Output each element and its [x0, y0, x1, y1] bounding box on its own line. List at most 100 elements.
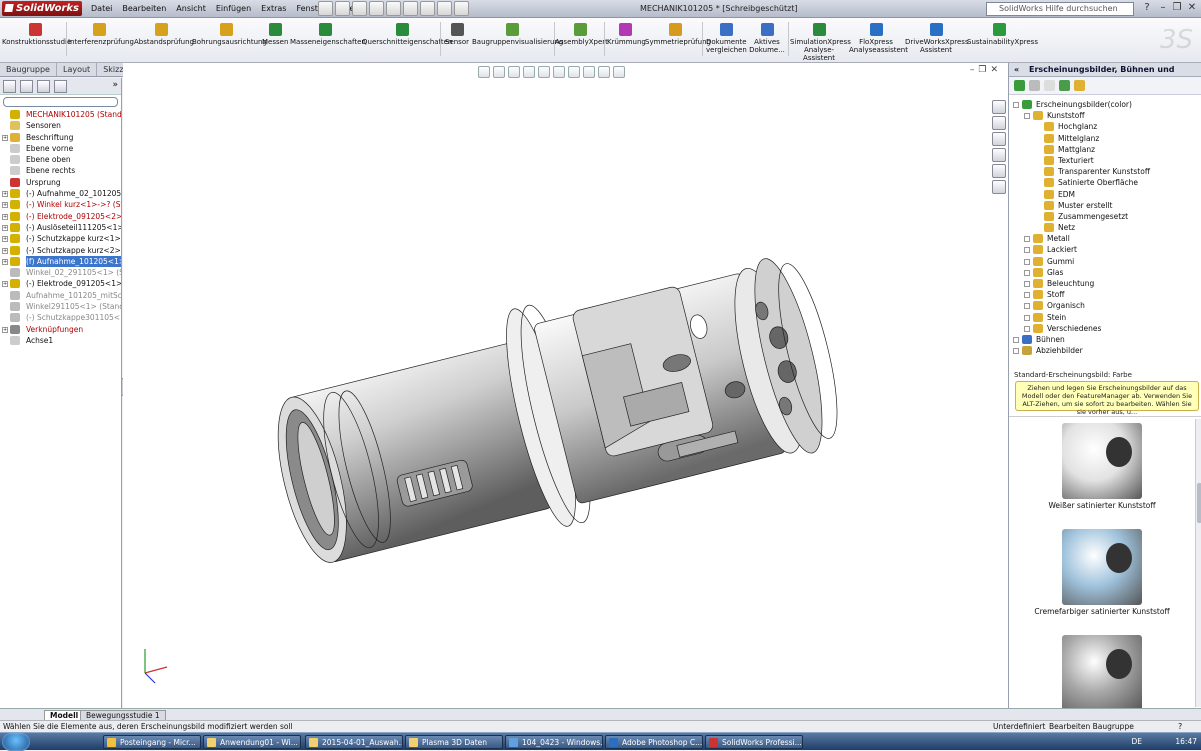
appearance-tree-item[interactable]: Stein	[1009, 312, 1201, 323]
feature-tree-item[interactable]: Ebene vorne	[0, 143, 121, 154]
feature-tree-item[interactable]: Achse1	[0, 335, 121, 346]
appearance-tree-item[interactable]: Abziehbilder	[1009, 345, 1201, 356]
ribbon-button-curvature[interactable]: Krümmung	[607, 23, 646, 46]
feature-tree-item[interactable]: Aufnahme_101205_mitSchalt	[0, 290, 121, 301]
menu-item[interactable]: Datei	[86, 0, 117, 18]
expand-toggle-icon[interactable]	[1024, 247, 1030, 254]
appearance-tree-item[interactable]: Bühnen	[1009, 334, 1201, 345]
taskbar-button[interactable]: Plasma 3D Daten	[405, 735, 503, 749]
feature-tree-item[interactable]: (-) Schutzkappe301105<1> (S	[0, 312, 121, 323]
appearance-tree-item[interactable]: Mittelglanz	[1009, 133, 1201, 144]
menu-item[interactable]: Ansicht	[171, 0, 211, 18]
appearance-tree-item[interactable]: Metall	[1009, 233, 1201, 244]
expand-toggle-icon[interactable]: +	[2, 247, 8, 254]
taskbar-button[interactable]: SolidWorks Professi...	[705, 735, 803, 749]
configuration-tab-icon[interactable]	[37, 80, 50, 93]
appearance-tree-item[interactable]: Satinierte Oberfläche	[1009, 177, 1201, 188]
appearance-swatch[interactable]: Weißer satinierter Kunststoff	[1009, 423, 1195, 510]
appearance-tree-item[interactable]: Glas	[1009, 267, 1201, 278]
expand-toggle-icon[interactable]	[1024, 325, 1030, 332]
expand-toggle-icon[interactable]: +	[2, 258, 8, 265]
rebuild-icon[interactable]	[420, 1, 435, 16]
ribbon-button-floxpress[interactable]: FloXpress Analyseassistent	[849, 23, 908, 54]
menu-item[interactable]: Extras	[256, 0, 291, 18]
appearance-tree-item[interactable]: Mattglanz	[1009, 144, 1201, 155]
appearance-swatch[interactable]	[1009, 635, 1195, 713]
appearance-tree-item[interactable]: Erscheinungsbilder(color)	[1009, 99, 1201, 110]
expand-toggle-icon[interactable]: +	[2, 224, 8, 231]
feature-tree-item[interactable]: + (-) Elektrode_091205<1> (Sta	[0, 278, 121, 289]
help-icon[interactable]: ?	[1140, 1, 1154, 15]
ribbon-button-sensor[interactable]: Sensor	[444, 23, 470, 46]
appearances-icon[interactable]	[992, 164, 1006, 178]
appearance-tree-item[interactable]: Stoff	[1009, 289, 1201, 300]
minimize-icon[interactable]: –	[1156, 1, 1170, 15]
tab-baugruppe[interactable]: Baugruppe	[0, 63, 57, 76]
help-search-input[interactable]: SolidWorks Hilfe durchsuchen	[986, 2, 1134, 16]
feature-tree-item[interactable]: Winkel291105<1> (Standard)	[0, 301, 121, 312]
undo-icon[interactable]	[386, 1, 401, 16]
open-doc-icon[interactable]	[335, 1, 350, 16]
add-appearance-icon[interactable]	[1014, 80, 1025, 91]
feature-tree-item[interactable]: + Beschriftung	[0, 132, 121, 143]
feature-tree-item[interactable]: + Verknüpfungen	[0, 324, 121, 335]
expand-toggle-icon[interactable]: +	[2, 134, 8, 141]
menu-item[interactable]: Bearbeiten	[117, 0, 171, 18]
design-library-icon[interactable]	[992, 116, 1006, 130]
up-level-icon[interactable]	[1074, 80, 1085, 91]
language-indicator[interactable]: DE	[1131, 737, 1142, 746]
ribbon-button-active-doc[interactable]: Aktives Dokume...	[748, 23, 786, 54]
new-doc-icon[interactable]	[318, 1, 333, 16]
ribbon-button-hole-align[interactable]: Bohrungsausrichtung	[192, 23, 267, 46]
appearance-tree-item[interactable]: Muster erstellt	[1009, 200, 1201, 211]
gallery-scrollbar[interactable]	[1195, 419, 1201, 707]
appearance-tab-icon[interactable]	[54, 80, 67, 93]
collapse-arrow-icon[interactable]: «	[1014, 63, 1019, 77]
file-explorer-icon[interactable]	[992, 132, 1006, 146]
taskbar-button[interactable]: 104_0423 - Windows...	[505, 735, 603, 749]
ribbon-button-interference[interactable]: Interferenzprüfung	[68, 23, 134, 46]
appearance-swatch[interactable]: Cremefarbiger satinierter Kunststoff	[1009, 529, 1195, 616]
clock[interactable]: 16:47	[1175, 737, 1197, 746]
feature-tree-item[interactable]: Sensoren	[0, 120, 121, 131]
taskbar-button[interactable]: Posteingang - Micr...	[103, 735, 201, 749]
restore-icon[interactable]: ❐	[1170, 1, 1184, 15]
tree-filter-input[interactable]	[3, 97, 118, 107]
taskbar-button[interactable]: 2015-04-01_Auswah...	[305, 735, 403, 749]
expand-toggle-icon[interactable]	[1024, 113, 1030, 120]
expand-toggle-icon[interactable]: +	[2, 236, 8, 243]
feature-tree-item[interactable]: + (-) Aufnahme_02_101205_mit	[0, 188, 121, 199]
select-icon[interactable]	[403, 1, 418, 16]
home-icon[interactable]	[992, 100, 1006, 114]
expand-toggle-icon[interactable]	[1013, 336, 1019, 343]
feature-tree-item[interactable]: + (-) Elektrode_091205<2> (	[0, 211, 121, 222]
appearance-tree-item[interactable]: EDM	[1009, 189, 1201, 200]
expand-toggle-icon[interactable]	[1024, 236, 1030, 243]
appearance-tree-item[interactable]: Zusammengesetzt	[1009, 211, 1201, 222]
feature-tree-item[interactable]: + (-) Schutzkappe kurz<1> ->	[0, 233, 121, 244]
copy-icon[interactable]	[1044, 80, 1055, 91]
propertymanager-tab-icon[interactable]	[20, 80, 33, 93]
expand-toggle-icon[interactable]	[1024, 258, 1030, 265]
appearance-tree-item[interactable]: Transparenter Kunststoff	[1009, 166, 1201, 177]
appearance-tree-item[interactable]: Kunststoff	[1009, 110, 1201, 121]
ribbon-button-symmetry[interactable]: Symmetrieprüfung	[645, 23, 711, 46]
ribbon-button-assemblyxpert[interactable]: AssemblyXpert	[555, 23, 608, 46]
solidworks-logo[interactable]: SolidWorks	[2, 1, 82, 16]
ribbon-button-design-study[interactable]: Konstruktionsstudie	[2, 23, 71, 46]
expand-toggle-icon[interactable]	[1013, 348, 1019, 355]
expand-toggle-icon[interactable]: +	[2, 191, 8, 198]
folder-icon[interactable]	[1029, 80, 1040, 91]
print-icon[interactable]	[369, 1, 384, 16]
expand-toggle-icon[interactable]: +	[2, 213, 8, 220]
feature-tree-item[interactable]: + (-) Winkel kurz<1>->? (St	[0, 199, 121, 210]
expand-toggle-icon[interactable]	[1024, 292, 1030, 299]
ribbon-button-section-props[interactable]: Querschnitteigenschaften	[362, 23, 452, 46]
tab-layout[interactable]: Layout	[56, 63, 98, 76]
appearance-tree-item[interactable]: Verschiedenes	[1009, 323, 1201, 334]
ribbon-button-sustainability[interactable]: SustainabilityXpress	[967, 23, 1038, 46]
appearance-tree-item[interactable]: Hochglanz	[1009, 121, 1201, 132]
ribbon-button-compare[interactable]: Dokumente vergleichen	[706, 23, 747, 54]
appearance-tree-item[interactable]: Netz	[1009, 222, 1201, 233]
view-palette-icon[interactable]	[992, 148, 1006, 162]
